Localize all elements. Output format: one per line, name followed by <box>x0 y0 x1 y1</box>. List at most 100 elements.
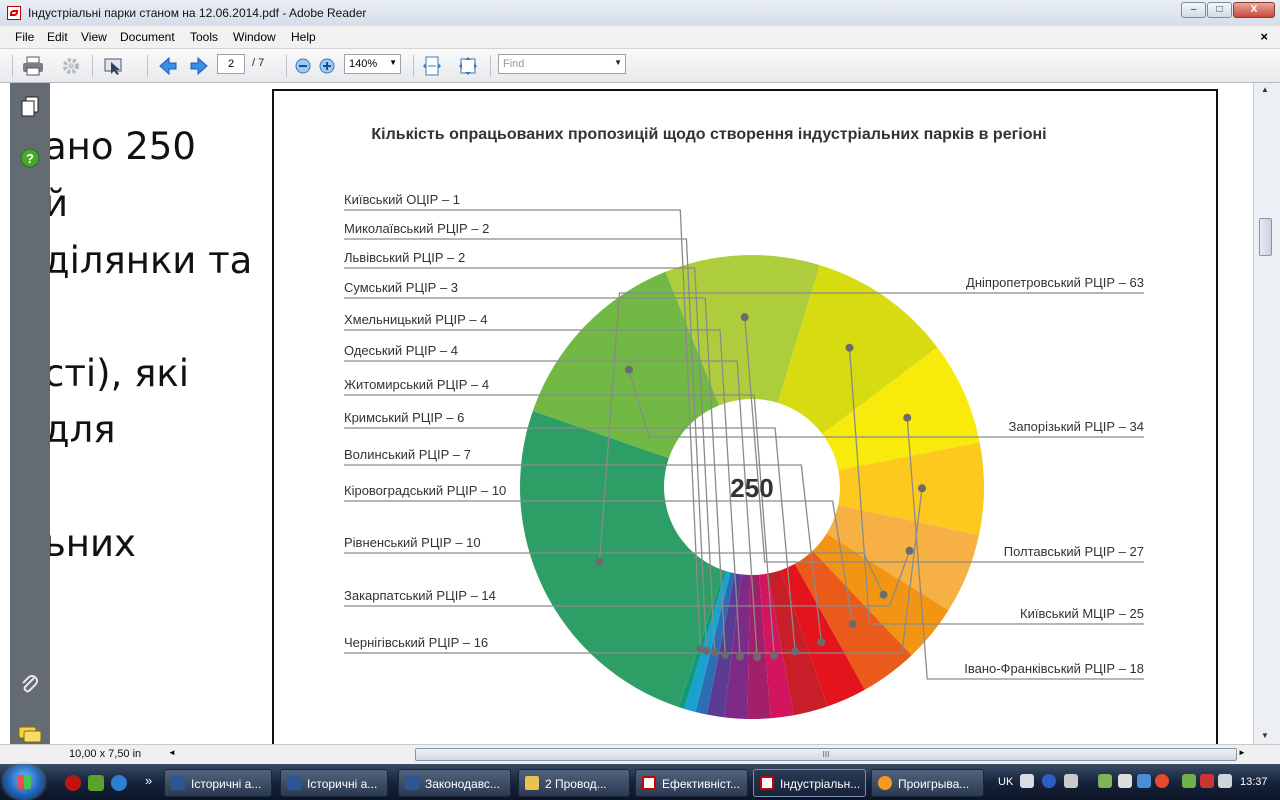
volume-icon[interactable] <box>1218 774 1232 788</box>
help-tray-icon[interactable] <box>1042 774 1056 788</box>
leader-dot <box>917 484 926 493</box>
maximize-button[interactable]: □ <box>1207 2 1232 18</box>
ie-icon[interactable] <box>111 775 127 791</box>
clock[interactable]: 13:37 <box>1240 776 1268 788</box>
taskbar-item[interactable]: Історичні а... <box>164 769 272 797</box>
menu-file[interactable]: File <box>15 30 34 44</box>
fit-page-icon[interactable] <box>457 55 479 77</box>
navigation-panel: ? <box>10 83 50 744</box>
title-bar: Індустріальні парки станом на 12.06.2014… <box>0 0 1280 27</box>
scroll-up-icon[interactable]: ▲ <box>1261 85 1269 94</box>
zoom-in-icon[interactable] <box>316 55 338 77</box>
pdf-icon <box>7 6 21 20</box>
start-button[interactable] <box>4 765 44 799</box>
slice-label: Полтавський РЦІР – 27 <box>1004 544 1144 559</box>
prev-page-icon[interactable] <box>157 55 179 77</box>
document-view[interactable]: ано 250 й ділянки та сті), які для ьних … <box>50 83 1253 744</box>
task-label: Проигрыва... <box>898 777 970 791</box>
pdf-icon <box>760 776 774 790</box>
taskbar-item[interactable]: Законодавс... <box>398 769 511 797</box>
leader-dot <box>817 638 826 647</box>
menu-window[interactable]: Window <box>233 30 276 44</box>
attachments-icon[interactable] <box>18 673 42 697</box>
doc-text-fragment: ьних <box>50 522 136 565</box>
find-placeholder: Find <box>503 58 525 70</box>
leader-dot <box>721 650 730 659</box>
network-status-icon[interactable] <box>1200 774 1214 788</box>
slice-label: Сумський РЦІР – 3 <box>344 280 458 295</box>
leader-dot <box>903 413 912 422</box>
taskbar-item[interactable]: Ефективніст... <box>635 769 748 797</box>
pages-icon[interactable] <box>18 95 42 119</box>
vertical-scrollbar[interactable]: ▲ ▼ <box>1253 83 1280 744</box>
tray-icon[interactable] <box>1064 774 1078 788</box>
scroll-left-icon[interactable]: ◄ <box>168 748 176 757</box>
horizontal-scrollbar[interactable]: ◄ III ► <box>168 747 1246 763</box>
slice-label: Одеський РЦІР – 4 <box>344 343 458 358</box>
slice-label: Хмельницький РЦІР – 4 <box>344 312 488 327</box>
tray-icon[interactable] <box>1118 774 1132 788</box>
chevron-down-icon: ▼ <box>614 58 622 67</box>
fit-width-icon[interactable] <box>421 55 443 77</box>
desktop-icon[interactable] <box>88 775 104 791</box>
keyboard-icon[interactable] <box>1020 774 1034 788</box>
zoom-out-icon[interactable] <box>292 55 314 77</box>
slice-label: Кримський РЦІР – 6 <box>344 410 464 425</box>
chart-frame: Кількість опрацьованих пропозицій щодо с… <box>272 89 1218 744</box>
help-icon[interactable]: ? <box>18 146 42 170</box>
chevron-down-icon: ▼ <box>389 58 397 67</box>
word-icon <box>171 776 185 790</box>
doc-text-fragment: для <box>50 408 116 451</box>
leader-dot <box>710 648 719 657</box>
find-input[interactable]: Find ▼ <box>498 54 626 74</box>
network-icon[interactable] <box>1098 774 1112 788</box>
taskbar-item[interactable]: Проигрыва... <box>871 769 984 797</box>
slice-label: Волинський РЦІР – 7 <box>344 447 471 462</box>
doc-text-fragment: сті), які <box>50 352 190 395</box>
doc-text-fragment: ано 250 <box>50 125 196 168</box>
leader-dot <box>848 620 857 629</box>
leader-dot <box>595 558 604 567</box>
slice-label: Львівський РЦІР – 2 <box>344 250 465 265</box>
scroll-thumb-horizontal[interactable]: III <box>415 748 1237 761</box>
settings-icon[interactable] <box>60 55 82 77</box>
battery-icon[interactable] <box>1182 774 1196 788</box>
menu-document[interactable]: Document <box>120 30 175 44</box>
print-icon[interactable] <box>22 55 44 77</box>
tray-icon[interactable] <box>1155 774 1169 788</box>
chart-title: Кількість опрацьованих пропозицій щодо с… <box>371 126 1046 143</box>
taskbar-item[interactable]: Історичні а... <box>280 769 388 797</box>
taskbar-item-active[interactable]: Індустріальн... <box>753 769 866 797</box>
page-number-input[interactable]: 2 <box>217 54 245 74</box>
word-icon <box>405 776 419 790</box>
opera-icon[interactable] <box>65 775 81 791</box>
scroll-thumb[interactable] <box>1259 218 1272 256</box>
leader-dot <box>624 365 633 374</box>
toolbar: 2 / 7 140% ▼ Find ▼ <box>0 49 1280 83</box>
menu-help[interactable]: Help <box>291 30 316 44</box>
menu-tools[interactable]: Tools <box>190 30 218 44</box>
taskbar-item[interactable]: 2 Провод... <box>518 769 630 797</box>
select-tool-icon[interactable] <box>103 55 125 77</box>
close-document-icon[interactable]: × <box>1260 29 1268 44</box>
language-indicator[interactable]: UK <box>998 776 1013 788</box>
scroll-grip: III <box>822 750 830 759</box>
minimize-button[interactable]: – <box>1181 2 1206 18</box>
menu-view[interactable]: View <box>81 30 107 44</box>
taskbar: » Історичні а... Історичні а... Законода… <box>0 764 1280 800</box>
close-button[interactable]: X <box>1233 2 1275 18</box>
menu-edit[interactable]: Edit <box>47 30 68 44</box>
scroll-down-icon[interactable]: ▼ <box>1261 731 1269 740</box>
zoom-select[interactable]: 140% ▼ <box>344 54 401 74</box>
leader-dot <box>696 644 705 653</box>
slice-label: Запорізький РЦІР – 34 <box>1008 419 1144 434</box>
leader-dot <box>770 651 779 660</box>
next-page-icon[interactable] <box>188 55 210 77</box>
leader-dot <box>740 313 749 322</box>
show-more-icon[interactable]: » <box>145 773 152 788</box>
leader-dot <box>905 546 914 555</box>
tray-icon[interactable] <box>1137 774 1151 788</box>
scroll-right-icon[interactable]: ► <box>1238 748 1246 757</box>
window-title: Індустріальні парки станом на 12.06.2014… <box>28 6 367 20</box>
leader-dot <box>753 652 762 661</box>
